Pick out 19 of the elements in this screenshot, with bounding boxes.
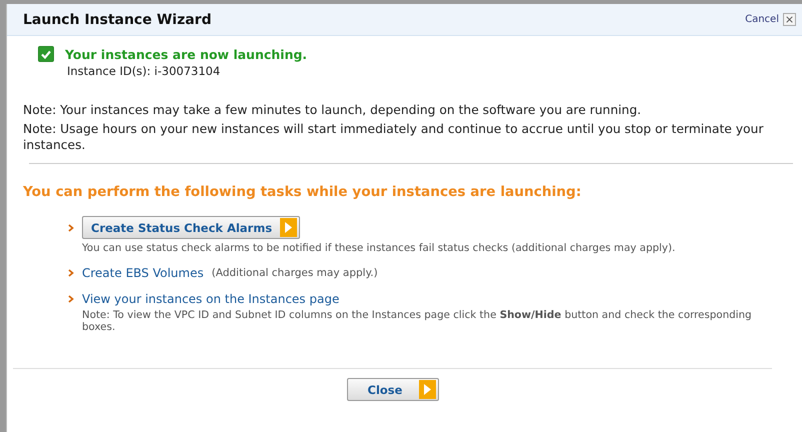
chevron-icon bbox=[68, 269, 74, 277]
note-text: Note: Your instances may take a few minutes to launch, depending on the software you are running. bbox=[23, 102, 642, 118]
tasks-heading: You can perform the following tasks while your instances are launching: bbox=[23, 184, 582, 200]
task-note: Note: To view the VPC ID and Subnet ID columns on the Instances page click the Show/Hide button and check the corresponding boxes. bbox=[81, 309, 753, 333]
cancel-link[interactable]: Cancel bbox=[745, 14, 779, 25]
note-text: Note: Usage hours on your new instances will start immediately and continue to accrue until you stop or terminate your instances. bbox=[23, 121, 764, 153]
close-button[interactable]: × bbox=[783, 13, 796, 26]
window-title: Launch Instance Wizard bbox=[23, 12, 212, 28]
task-link[interactable]: Create EBS Volumes bbox=[82, 266, 204, 280]
chevron-icon bbox=[68, 224, 74, 232]
task-note: You can use status check alarms to be notified if these instances fail status checks (additional charges may apply). bbox=[81, 242, 676, 254]
chevron-icon bbox=[68, 295, 74, 303]
status-message: Your instances are now launching. bbox=[65, 46, 308, 62]
instance-ids: Instance ID(s): i-30073104 bbox=[66, 64, 222, 78]
alarms-button[interactable]: Create Status Check Alarms bbox=[82, 216, 300, 239]
task-link[interactable]: View your instances on the Instances page bbox=[82, 292, 340, 306]
task-aside: (Additional charges may apply.) bbox=[212, 267, 378, 279]
close-dialog-button[interactable]: Close bbox=[346, 378, 438, 401]
checkmark-icon bbox=[41, 50, 51, 58]
